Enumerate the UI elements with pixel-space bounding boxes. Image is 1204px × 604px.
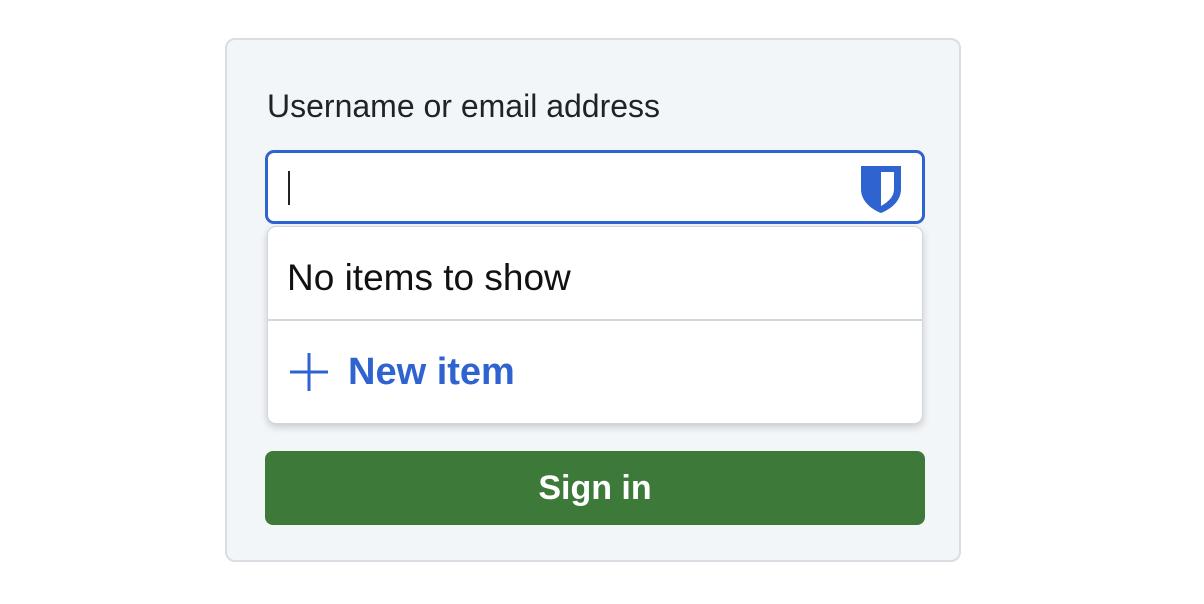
login-card: Username or email address No items to sh… <box>225 38 961 562</box>
username-input[interactable] <box>265 150 925 224</box>
new-item-label: New item <box>348 351 515 393</box>
sign-in-button[interactable]: Sign in <box>265 451 925 525</box>
text-caret <box>288 171 290 205</box>
empty-state-message: No items to show <box>287 257 571 298</box>
autofill-dropdown: No items to show New item <box>267 226 923 424</box>
new-item-button[interactable]: New item <box>268 321 922 423</box>
bitwarden-shield-icon[interactable] <box>858 163 904 215</box>
username-label: Username or email address <box>267 88 661 124</box>
plus-icon <box>290 353 328 391</box>
empty-state-row: No items to show <box>268 227 922 321</box>
